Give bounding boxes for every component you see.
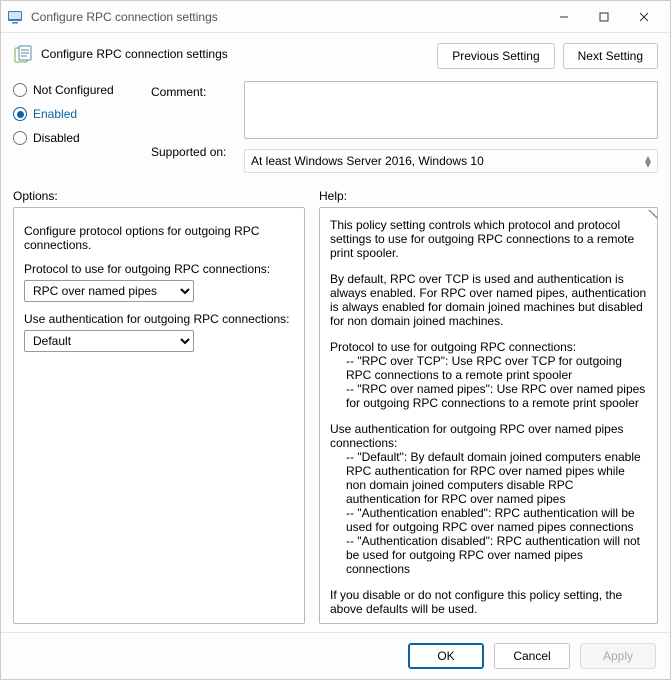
supported-on-label: Supported on: bbox=[151, 145, 236, 159]
auth-select[interactable]: Default bbox=[24, 330, 194, 352]
header-row: Configure RPC connection settings Previo… bbox=[13, 43, 658, 69]
options-panel: Configure protocol options for outgoing … bbox=[13, 207, 305, 624]
field-labels: Comment: Supported on: bbox=[151, 81, 236, 159]
dialog-heading: Configure RPC connection settings bbox=[41, 43, 429, 61]
minimize-button[interactable] bbox=[544, 3, 584, 31]
help-paragraph: If you disable or do not configure this … bbox=[330, 588, 647, 616]
comment-textarea[interactable] bbox=[244, 81, 658, 139]
help-bullet: -- "Default": By default domain joined c… bbox=[330, 450, 647, 506]
protocol-select[interactable]: RPC over named pipes bbox=[24, 280, 194, 302]
radio-label: Not Configured bbox=[33, 83, 114, 97]
auth-label: Use authentication for outgoing RPC conn… bbox=[24, 312, 294, 326]
radio-enabled[interactable]: Enabled bbox=[13, 107, 143, 121]
options-intro: Configure protocol options for outgoing … bbox=[24, 224, 294, 252]
ok-button[interactable]: OK bbox=[408, 643, 484, 669]
help-paragraph: Use authentication for outgoing RPC over… bbox=[330, 422, 647, 450]
help-panel: This policy setting controls which proto… bbox=[319, 207, 658, 624]
help-paragraph: Protocol to use for outgoing RPC connect… bbox=[330, 340, 647, 354]
close-button[interactable] bbox=[624, 3, 664, 31]
previous-setting-button[interactable]: Previous Setting bbox=[437, 43, 554, 69]
radio-icon bbox=[13, 131, 27, 145]
radio-label: Enabled bbox=[33, 107, 77, 121]
help-bullet: -- "RPC over TCP": Use RPC over TCP for … bbox=[330, 354, 647, 382]
titlebar: Configure RPC connection settings bbox=[1, 1, 670, 33]
comment-label: Comment: bbox=[151, 85, 236, 99]
help-paragraph: By default, RPC over TCP is used and aut… bbox=[330, 272, 647, 328]
radio-icon bbox=[13, 107, 27, 121]
radio-icon bbox=[13, 83, 27, 97]
help-bullet: -- "RPC over named pipes": Use RPC over … bbox=[330, 382, 647, 410]
protocol-label: Protocol to use for outgoing RPC connect… bbox=[24, 262, 294, 276]
supported-on-box: At least Windows Server 2016, Windows 10… bbox=[244, 149, 658, 173]
help-label: Help: bbox=[319, 189, 347, 203]
section-labels: Options: Help: bbox=[13, 189, 658, 203]
help-paragraph: This policy setting controls which proto… bbox=[330, 218, 647, 260]
apply-button[interactable]: Apply bbox=[580, 643, 656, 669]
app-icon bbox=[7, 9, 23, 25]
options-label: Options: bbox=[13, 189, 305, 203]
top-grid: Not Configured Enabled Disabled Comment:… bbox=[13, 81, 658, 173]
field-values: At least Windows Server 2016, Windows 10… bbox=[244, 81, 658, 173]
cancel-button[interactable]: Cancel bbox=[494, 643, 570, 669]
window-title: Configure RPC connection settings bbox=[31, 10, 544, 24]
content-area: Configure RPC connection settings Previo… bbox=[1, 33, 670, 632]
radio-label: Disabled bbox=[33, 131, 80, 145]
state-radio-group: Not Configured Enabled Disabled bbox=[13, 81, 143, 145]
help-bullet: -- "Authentication disabled": RPC authen… bbox=[330, 534, 647, 576]
panels: Configure protocol options for outgoing … bbox=[13, 207, 658, 624]
radio-not-configured[interactable]: Not Configured bbox=[13, 83, 143, 97]
maximize-button[interactable] bbox=[584, 3, 624, 31]
spinner-icon[interactable]: ▴▾ bbox=[645, 155, 651, 167]
supported-on-text: At least Windows Server 2016, Windows 10 bbox=[251, 154, 484, 168]
next-setting-button[interactable]: Next Setting bbox=[563, 43, 658, 69]
dialog-window: Configure RPC connection settings Config… bbox=[0, 0, 671, 680]
help-bullet: -- "Authentication enabled": RPC authent… bbox=[330, 506, 647, 534]
policy-icon bbox=[13, 45, 33, 65]
radio-disabled[interactable]: Disabled bbox=[13, 131, 143, 145]
footer: OK Cancel Apply bbox=[1, 632, 670, 679]
